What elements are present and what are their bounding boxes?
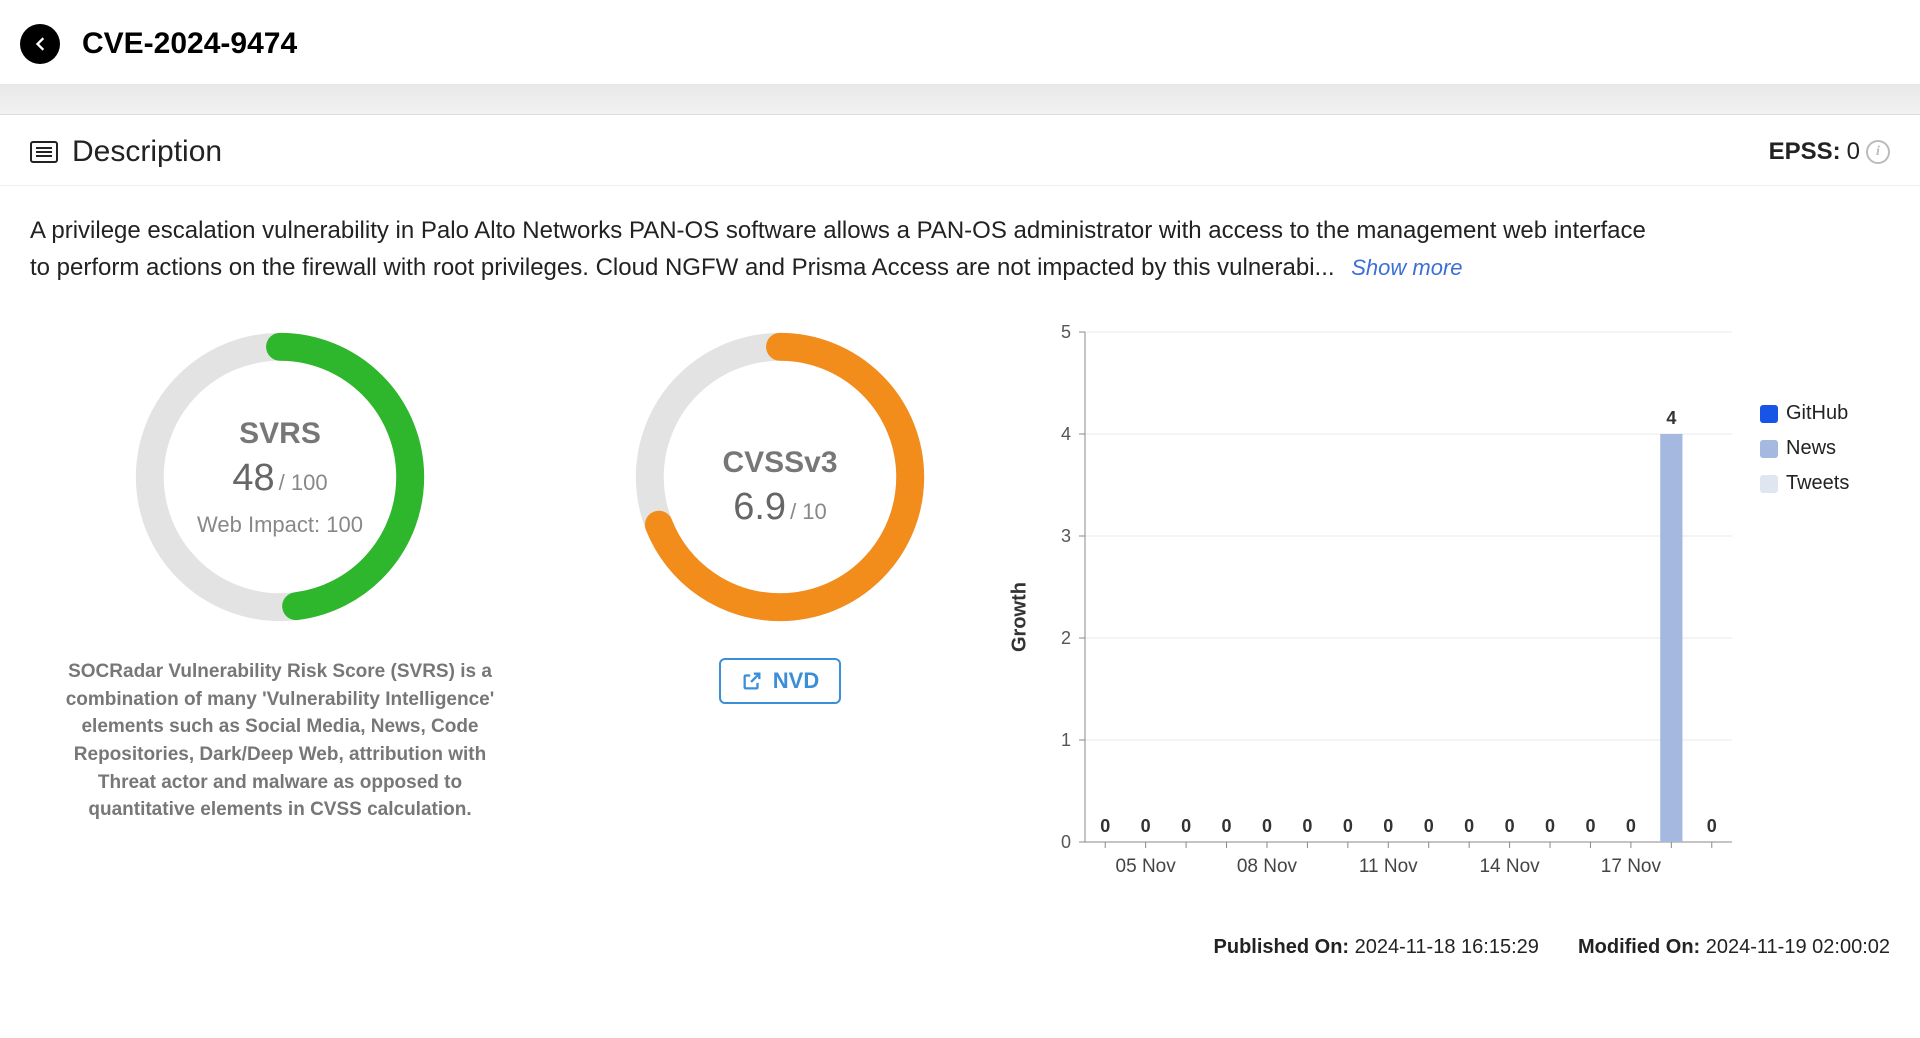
svrs-donut: SVRS 48/ 100 Web Impact: 100 <box>125 322 435 632</box>
chart-legend: GitHub News Tweets <box>1760 322 1890 912</box>
legend-item[interactable]: Tweets <box>1760 472 1890 495</box>
legend-item[interactable]: GitHub <box>1760 402 1890 425</box>
legend-label: GitHub <box>1786 402 1848 425</box>
modified-label: Modified On: <box>1578 936 1700 958</box>
svg-text:3: 3 <box>1061 526 1071 546</box>
arrow-left-icon <box>30 34 50 54</box>
svrs-label: SVRS <box>239 417 321 451</box>
cvss-panel: CVSSv3 6.9/ 10 NVD <box>590 322 970 704</box>
svg-text:11 Nov: 11 Nov <box>1359 856 1418 877</box>
svg-text:4: 4 <box>1666 408 1676 428</box>
svg-text:0: 0 <box>1424 816 1434 836</box>
divider-band <box>0 85 1920 115</box>
growth-chart: 012345000000000000004005 Nov08 Nov11 Nov… <box>1030 322 1742 912</box>
svg-text:0: 0 <box>1707 816 1717 836</box>
svg-text:2: 2 <box>1061 628 1071 648</box>
published-value: 2024-11-18 16:15:29 <box>1355 936 1539 958</box>
svg-text:0: 0 <box>1222 816 1232 836</box>
svrs-max: / 100 <box>279 470 328 495</box>
cvss-label: CVSSv3 <box>722 446 837 480</box>
svg-text:0: 0 <box>1505 816 1515 836</box>
legend-swatch <box>1760 440 1778 458</box>
info-icon[interactable]: i <box>1866 140 1890 164</box>
dates-footer: Published On: 2024-11-18 16:15:29 Modifi… <box>0 922 1920 969</box>
epss-value: 0 <box>1847 138 1860 166</box>
svg-text:05 Nov: 05 Nov <box>1116 856 1177 877</box>
page-header: CVE-2024-9474 <box>0 0 1920 85</box>
svg-text:5: 5 <box>1061 322 1071 342</box>
svg-text:0: 0 <box>1302 816 1312 836</box>
svg-text:0: 0 <box>1061 832 1071 852</box>
cve-title: CVE-2024-9474 <box>82 27 297 61</box>
svrs-value: 48 <box>232 457 274 499</box>
legend-item[interactable]: News <box>1760 437 1890 460</box>
show-more-link[interactable]: Show more <box>1351 255 1462 280</box>
svg-text:0: 0 <box>1464 816 1474 836</box>
epss-label: EPSS: <box>1769 138 1841 166</box>
svg-text:0: 0 <box>1181 816 1191 836</box>
list-icon <box>30 141 58 163</box>
legend-swatch <box>1760 475 1778 493</box>
legend-label: News <box>1786 437 1836 460</box>
svrs-panel: SVRS 48/ 100 Web Impact: 100 SOCRadar Vu… <box>30 322 530 823</box>
svg-text:0: 0 <box>1545 816 1555 836</box>
chart-ylabel: Growth <box>1009 582 1032 652</box>
svrs-sub: Web Impact: 100 <box>197 512 363 538</box>
svg-text:17 Nov: 17 Nov <box>1601 856 1662 877</box>
svg-text:0: 0 <box>1141 816 1151 836</box>
svg-text:0: 0 <box>1585 816 1595 836</box>
cvss-max: / 10 <box>790 499 827 524</box>
legend-label: Tweets <box>1786 472 1849 495</box>
external-link-icon <box>741 670 763 692</box>
svg-text:08 Nov: 08 Nov <box>1237 856 1298 877</box>
svg-text:1: 1 <box>1061 730 1071 750</box>
svg-text:4: 4 <box>1061 424 1071 444</box>
svrs-caption: SOCRadar Vulnerability Risk Score (SVRS)… <box>45 658 515 823</box>
cvss-donut: CVSSv3 6.9/ 10 <box>625 322 935 632</box>
section-header: Description EPSS: 0 i <box>0 115 1920 186</box>
section-title: Description <box>72 135 222 169</box>
modified-value: 2024-11-19 02:00:02 <box>1706 936 1890 958</box>
svg-text:14 Nov: 14 Nov <box>1479 856 1540 877</box>
svg-text:0: 0 <box>1383 816 1393 836</box>
published-label: Published On: <box>1214 936 1350 958</box>
back-button[interactable] <box>20 24 60 64</box>
legend-swatch <box>1760 405 1778 423</box>
nvd-label: NVD <box>773 668 819 694</box>
svg-text:0: 0 <box>1100 816 1110 836</box>
description-text: A privilege escalation vulnerability in … <box>30 212 1650 286</box>
nvd-link-button[interactable]: NVD <box>719 658 841 704</box>
svg-text:0: 0 <box>1343 816 1353 836</box>
svg-text:0: 0 <box>1626 816 1636 836</box>
growth-chart-panel: Growth 012345000000000000004005 Nov08 No… <box>1030 322 1890 912</box>
svg-text:0: 0 <box>1262 816 1272 836</box>
cvss-value: 6.9 <box>733 486 786 528</box>
epss-score: EPSS: 0 i <box>1769 138 1890 166</box>
